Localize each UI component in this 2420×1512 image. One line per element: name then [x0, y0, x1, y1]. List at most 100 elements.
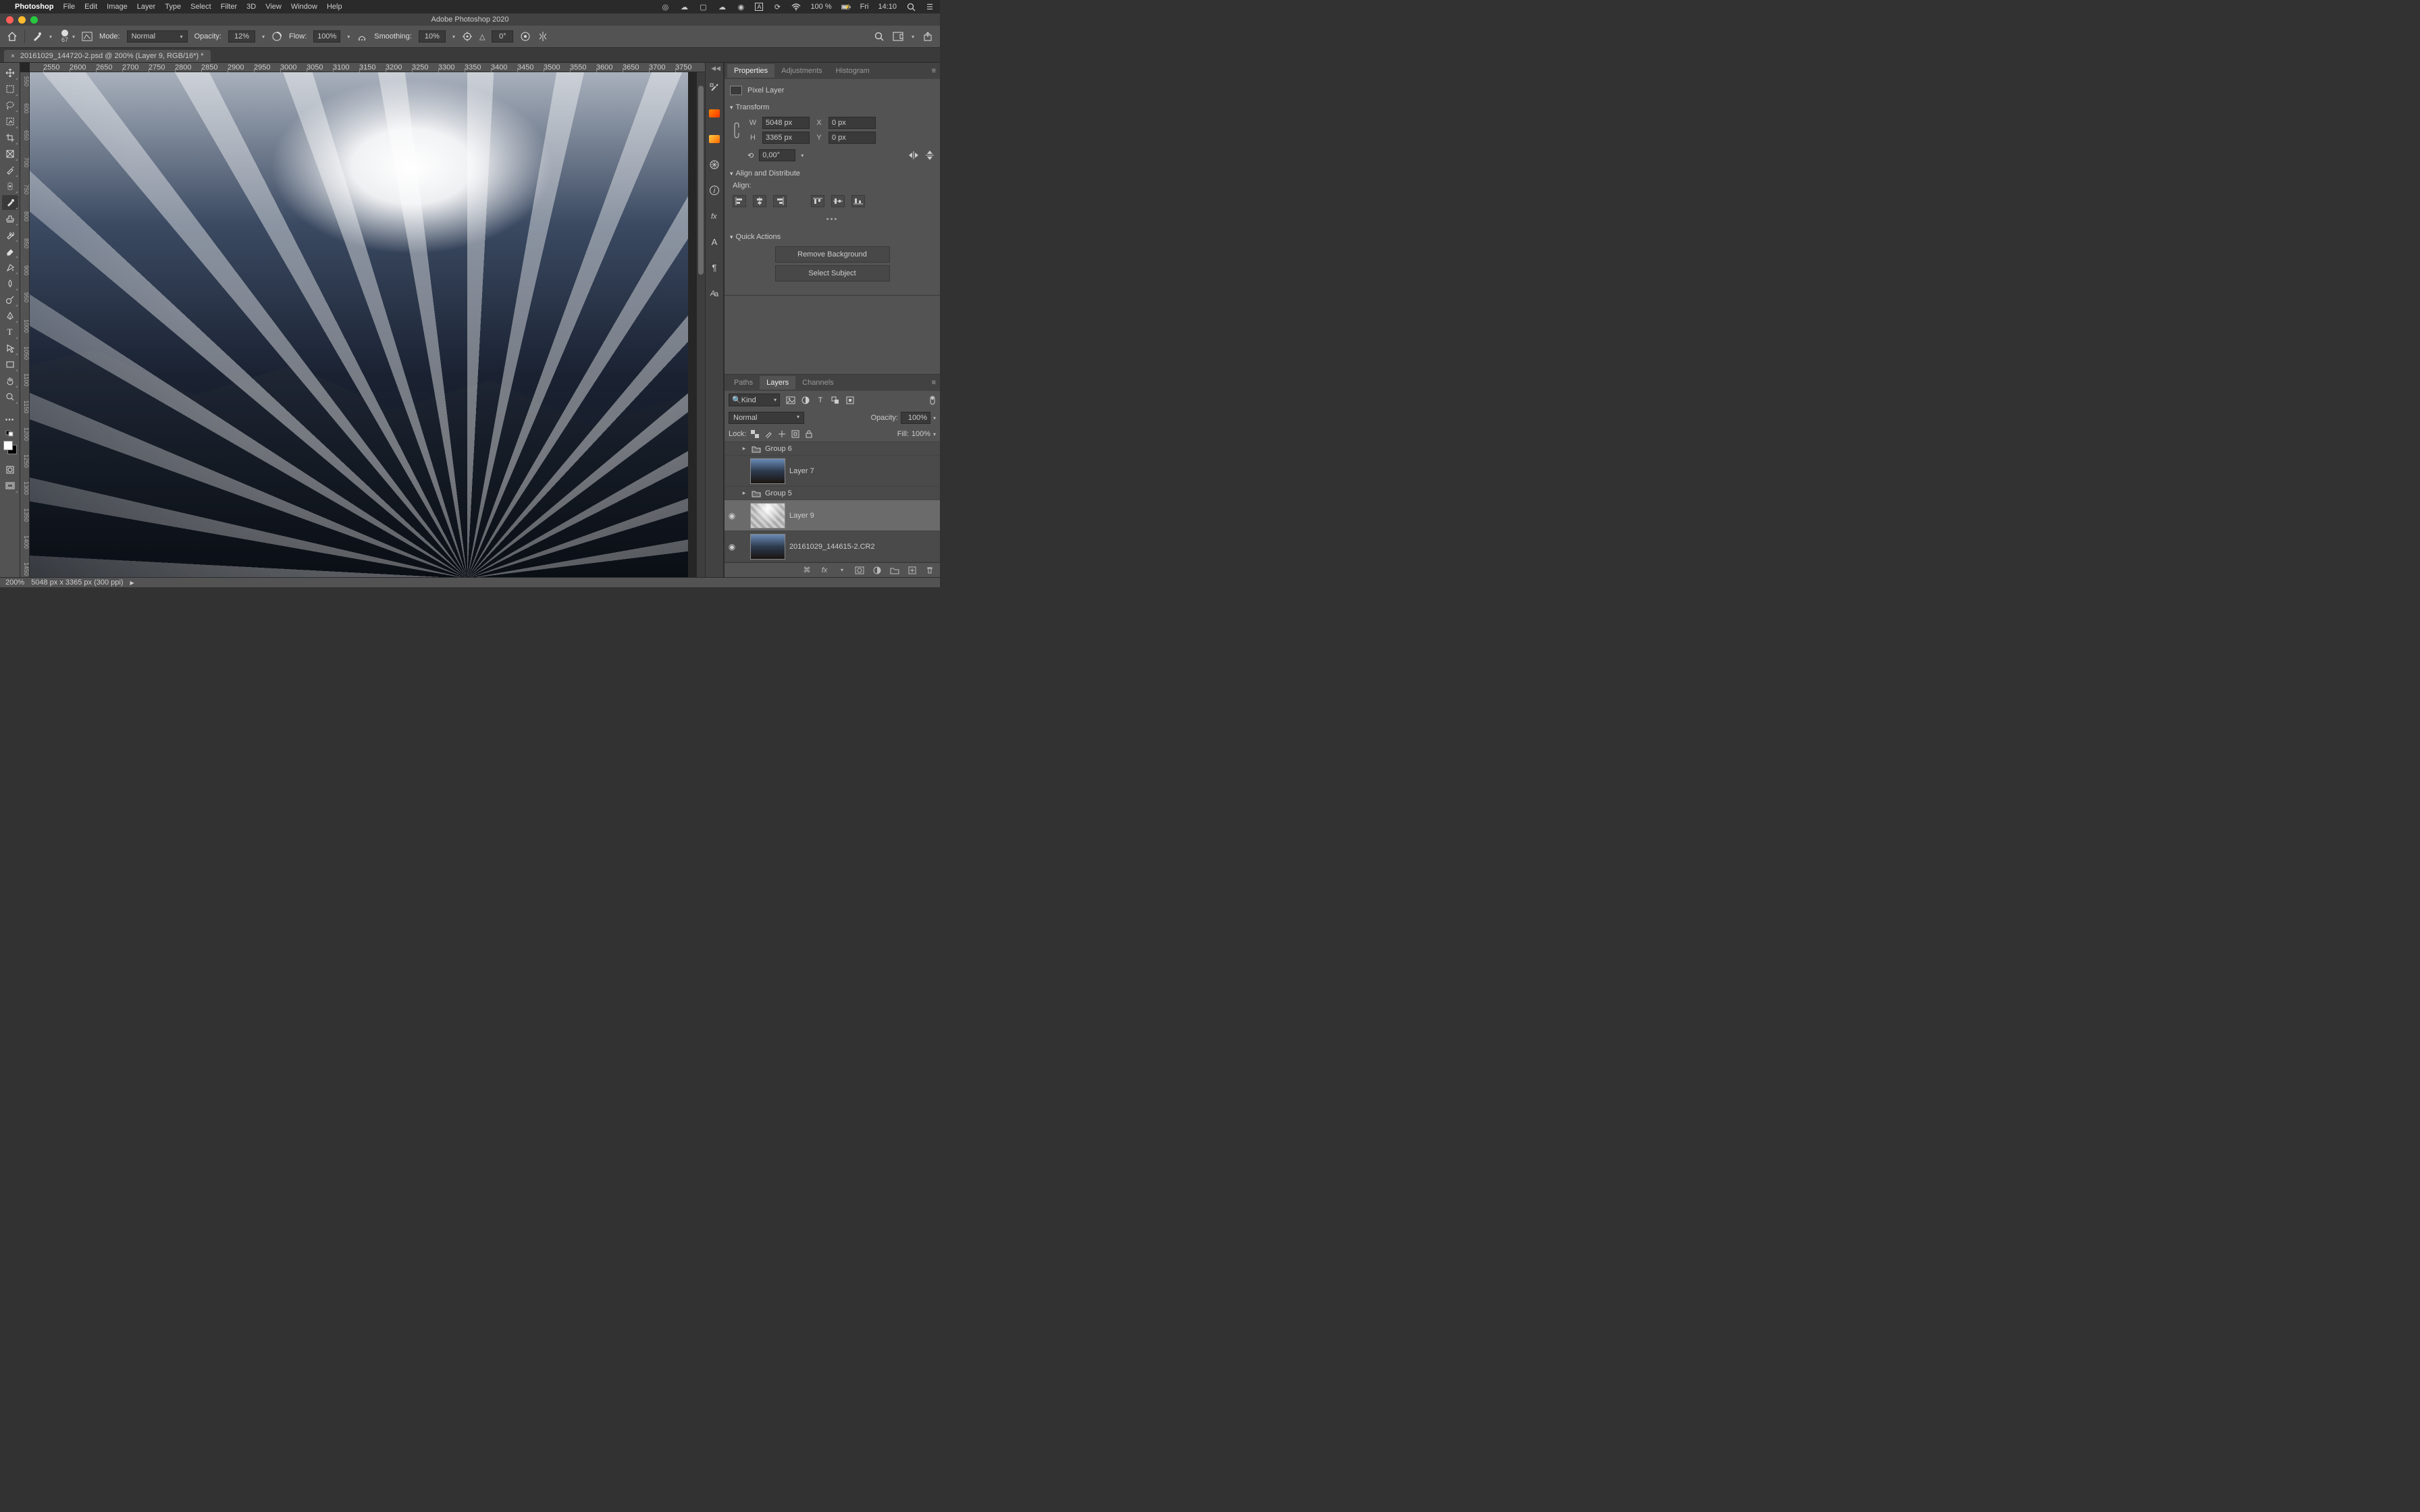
layer-row[interactable]: ▸ Group 5: [725, 487, 940, 500]
horizontal-ruler[interactable]: 2550260026502700275028002850290029503000…: [30, 63, 705, 72]
layer-row[interactable]: ◉ 20161029_144615-2.CR2: [725, 531, 940, 562]
tool-preset-chevron[interactable]: ▾: [49, 34, 52, 40]
blur-tool[interactable]: [2, 276, 18, 291]
vertical-scrollbar[interactable]: [697, 72, 705, 577]
new-layer-icon[interactable]: [908, 566, 917, 575]
paragraph-panel-icon[interactable]: ¶: [708, 261, 720, 273]
brushes-panel-icon-2[interactable]: [708, 133, 720, 145]
status-caret-icon[interactable]: ▶: [130, 580, 134, 586]
screen-mode-button[interactable]: [2, 479, 18, 493]
app-menu[interactable]: Photoshop: [15, 3, 53, 11]
tablet-icon[interactable]: ▢: [698, 2, 708, 11]
remove-background-button[interactable]: Remove Background: [775, 246, 890, 263]
transform-section-header[interactable]: ▾Transform: [730, 101, 935, 114]
layer-row[interactable]: ▸Group 6: [725, 442, 940, 456]
brush-tool-icon[interactable]: [32, 31, 43, 42]
styles-panel-icon[interactable]: fx: [708, 210, 720, 222]
filter-pixel-icon[interactable]: [785, 396, 796, 405]
brushes-panel-icon[interactable]: [708, 107, 720, 119]
keyboard-icon[interactable]: A: [755, 3, 763, 11]
layer-name[interactable]: Layer 9: [789, 512, 937, 520]
align-left-icon[interactable]: [733, 195, 746, 207]
hand-tool[interactable]: [2, 373, 18, 388]
frame-tool-icon[interactable]: [893, 31, 903, 42]
eyedropper-tool[interactable]: [2, 163, 18, 178]
add-mask-icon[interactable]: [855, 566, 864, 575]
glyphs-panel-icon[interactable]: Aa: [708, 287, 720, 299]
menu-image[interactable]: Image: [107, 3, 128, 11]
filter-shape-icon[interactable]: [830, 396, 841, 405]
filter-smart-icon[interactable]: [845, 396, 856, 405]
new-group-icon[interactable]: [890, 566, 899, 575]
align-top-icon[interactable]: [811, 195, 824, 207]
rotation-chevron[interactable]: ▾: [801, 153, 804, 159]
siri-icon[interactable]: ◉: [736, 2, 745, 11]
layer-blend-select[interactable]: Normal▾: [729, 412, 804, 424]
menu-file[interactable]: File: [63, 3, 75, 11]
menu-layer[interactable]: Layer: [137, 3, 156, 11]
color-swatches[interactable]: [3, 441, 17, 454]
menu-view[interactable]: View: [265, 3, 282, 11]
zoom-level[interactable]: 200%: [5, 578, 24, 587]
align-section-header[interactable]: ▾Align and Distribute: [730, 167, 935, 180]
pen-tool[interactable]: [2, 308, 18, 323]
blend-mode-select[interactable]: Normal▾: [127, 30, 188, 43]
gradient-tool[interactable]: [2, 260, 18, 275]
flow-chevron[interactable]: ▾: [347, 34, 350, 40]
disclosure-icon[interactable]: ▸: [741, 489, 747, 497]
layer-thumbnail[interactable]: [750, 534, 785, 560]
layer-row[interactable]: Layer 7: [725, 456, 940, 487]
delete-layer-icon[interactable]: [925, 566, 935, 575]
frame-tool[interactable]: [2, 146, 18, 161]
path-select-tool[interactable]: [2, 341, 18, 356]
crop-tool[interactable]: [2, 130, 18, 145]
smoothing-options-icon[interactable]: [462, 31, 473, 42]
zoom-tool[interactable]: [2, 389, 18, 404]
control-center-icon[interactable]: ☰: [925, 2, 935, 11]
spotlight-icon[interactable]: [906, 2, 916, 11]
window-zoom-button[interactable]: [30, 16, 38, 24]
layer-row[interactable]: ◉Layer 9: [725, 500, 940, 531]
brush-settings-icon[interactable]: [82, 31, 93, 42]
opacity-input[interactable]: 12%: [228, 30, 255, 43]
default-colors-icon[interactable]: [2, 429, 18, 438]
close-tab-icon[interactable]: ×: [11, 53, 15, 60]
cc-icon[interactable]: ◎: [660, 2, 670, 11]
tab-channels[interactable]: Channels: [795, 376, 840, 389]
info-panel-icon[interactable]: i: [708, 184, 720, 196]
tab-layers[interactable]: Layers: [760, 376, 795, 389]
layer-opacity-chevron[interactable]: ▾: [933, 415, 936, 421]
dodge-tool[interactable]: [2, 292, 18, 307]
document-dimensions[interactable]: 5048 px x 3365 px (300 ppi): [31, 578, 123, 587]
menu-filter[interactable]: Filter: [221, 3, 237, 11]
more-options-icon[interactable]: •••: [730, 213, 935, 230]
search-icon[interactable]: [874, 31, 885, 42]
document-tab[interactable]: × 20161029_144720-2.psd @ 200% (Layer 9,…: [4, 50, 211, 62]
visibility-icon[interactable]: ◉: [727, 542, 737, 551]
vertical-ruler[interactable]: 5506006507007508008509009501000105011001…: [20, 72, 30, 577]
smoothing-input[interactable]: 10%: [419, 30, 446, 43]
home-button[interactable]: [7, 31, 18, 42]
navigator-panel-icon[interactable]: [708, 159, 720, 171]
lasso-tool[interactable]: [2, 98, 18, 113]
layer-name[interactable]: Group 6: [765, 445, 937, 453]
layer-name[interactable]: 20161029_144615-2.CR2: [789, 543, 937, 551]
layer-name[interactable]: Layer 7: [789, 467, 937, 475]
filter-type-icon[interactable]: T: [815, 396, 826, 405]
layer-name[interactable]: Group 5: [765, 489, 937, 497]
lock-pixels-icon[interactable]: [764, 429, 773, 439]
share-icon[interactable]: [922, 31, 933, 42]
layer-fx-icon[interactable]: fx: [820, 566, 829, 575]
adjustment-layer-icon[interactable]: [872, 566, 882, 575]
quick-actions-header[interactable]: ▾Quick Actions: [730, 230, 935, 244]
brush-settings-panel-icon[interactable]: [708, 82, 720, 94]
collapse-panels-icon[interactable]: ◀◀: [711, 65, 720, 72]
healing-tool[interactable]: [2, 179, 18, 194]
y-input[interactable]: 0 px: [828, 132, 876, 144]
tab-properties[interactable]: Properties: [727, 64, 774, 78]
link-dimensions-icon[interactable]: [730, 122, 743, 139]
opacity-chevron[interactable]: ▾: [262, 34, 265, 40]
align-hcenter-icon[interactable]: [753, 195, 766, 207]
menubar-time[interactable]: 14:10: [878, 3, 897, 11]
filter-toggle-icon[interactable]: [929, 396, 936, 405]
